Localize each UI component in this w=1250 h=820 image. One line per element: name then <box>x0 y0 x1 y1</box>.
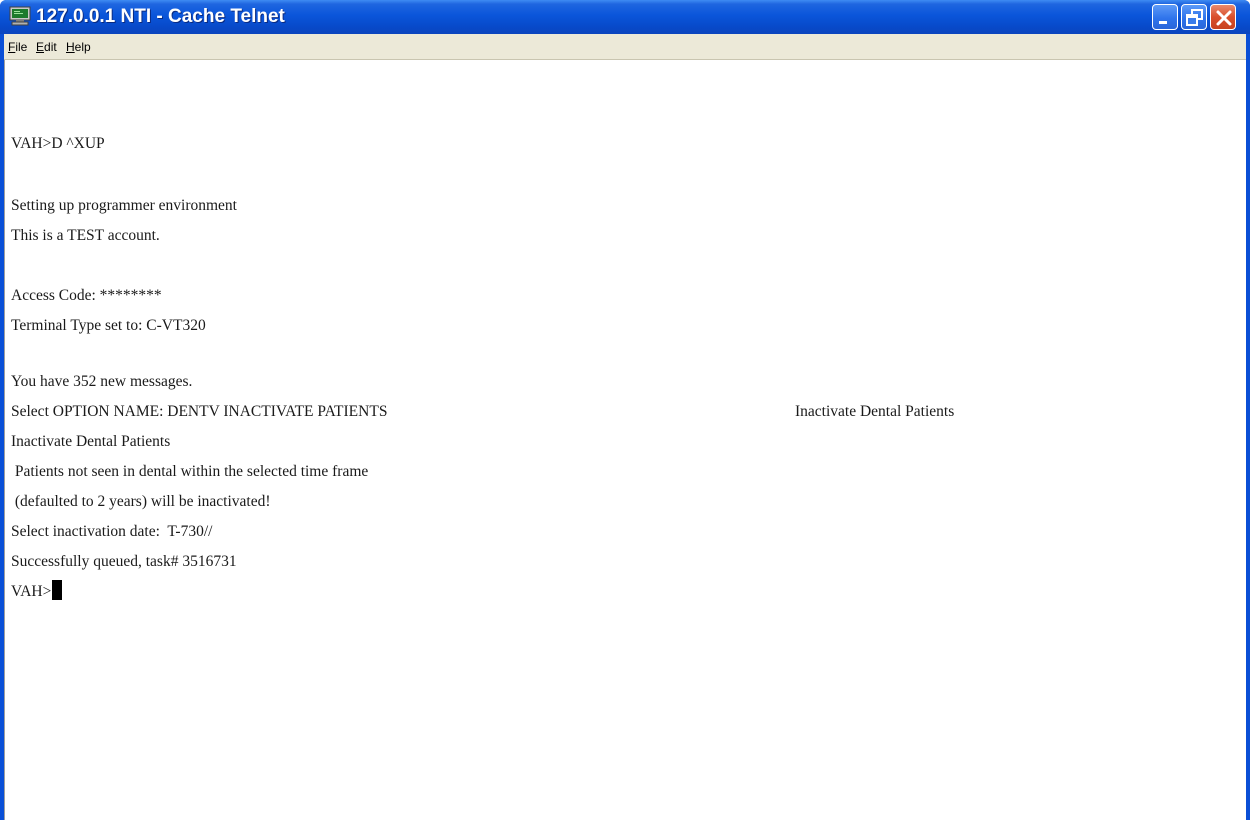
terminal-monitor-icon <box>9 6 31 26</box>
title-bar[interactable]: 127.0.0.1 NTI - Cache Telnet <box>0 0 1250 34</box>
terminal-line: Access Code: ******** <box>11 287 162 304</box>
menu-help[interactable]: Help <box>66 39 91 55</box>
terminal-line: Inactivate Dental Patients <box>11 433 171 450</box>
terminal-line: Select OPTION NAME: DENTV INACTIVATE PAT… <box>11 403 388 420</box>
restore-icon <box>1186 9 1203 26</box>
terminal-line: (defaulted to 2 years) will be inactivat… <box>11 493 271 510</box>
terminal-prompt: VAH> <box>11 583 52 600</box>
window-title: 127.0.0.1 NTI - Cache Telnet <box>36 6 285 27</box>
terminal-line: Successfully queued, task# 3516731 <box>11 553 237 570</box>
terminal-line: This is a TEST account. <box>11 227 160 244</box>
terminal-line: Select inactivation date: T-730// <box>11 523 213 540</box>
menu-file[interactable]: File <box>8 39 27 55</box>
menu-edit[interactable]: Edit <box>36 39 57 55</box>
terminal-line: VAH>D ^XUP <box>11 135 105 152</box>
telnet-window: 127.0.0.1 NTI - Cache Telnet File Edit H… <box>0 0 1250 820</box>
terminal-screen[interactable]: VAH>D ^XUP Setting up programmer environ… <box>4 60 1246 820</box>
terminal-line: You have 352 new messages. <box>11 373 193 390</box>
close-button[interactable] <box>1210 4 1236 30</box>
menu-bar: File Edit Help <box>4 34 1246 60</box>
restore-button[interactable] <box>1181 4 1207 30</box>
terminal-prompt-line: VAH> <box>11 580 63 604</box>
terminal-line: Terminal Type set to: C-VT320 <box>11 317 206 334</box>
terminal-line: Setting up programmer environment <box>11 197 237 214</box>
close-icon <box>1216 10 1232 26</box>
minimize-icon <box>1159 21 1167 24</box>
option-description: Inactivate Dental Patients <box>795 403 955 420</box>
terminal-line: Patients not seen in dental within the s… <box>11 463 369 480</box>
text-cursor <box>52 580 63 600</box>
minimize-button[interactable] <box>1152 4 1178 30</box>
